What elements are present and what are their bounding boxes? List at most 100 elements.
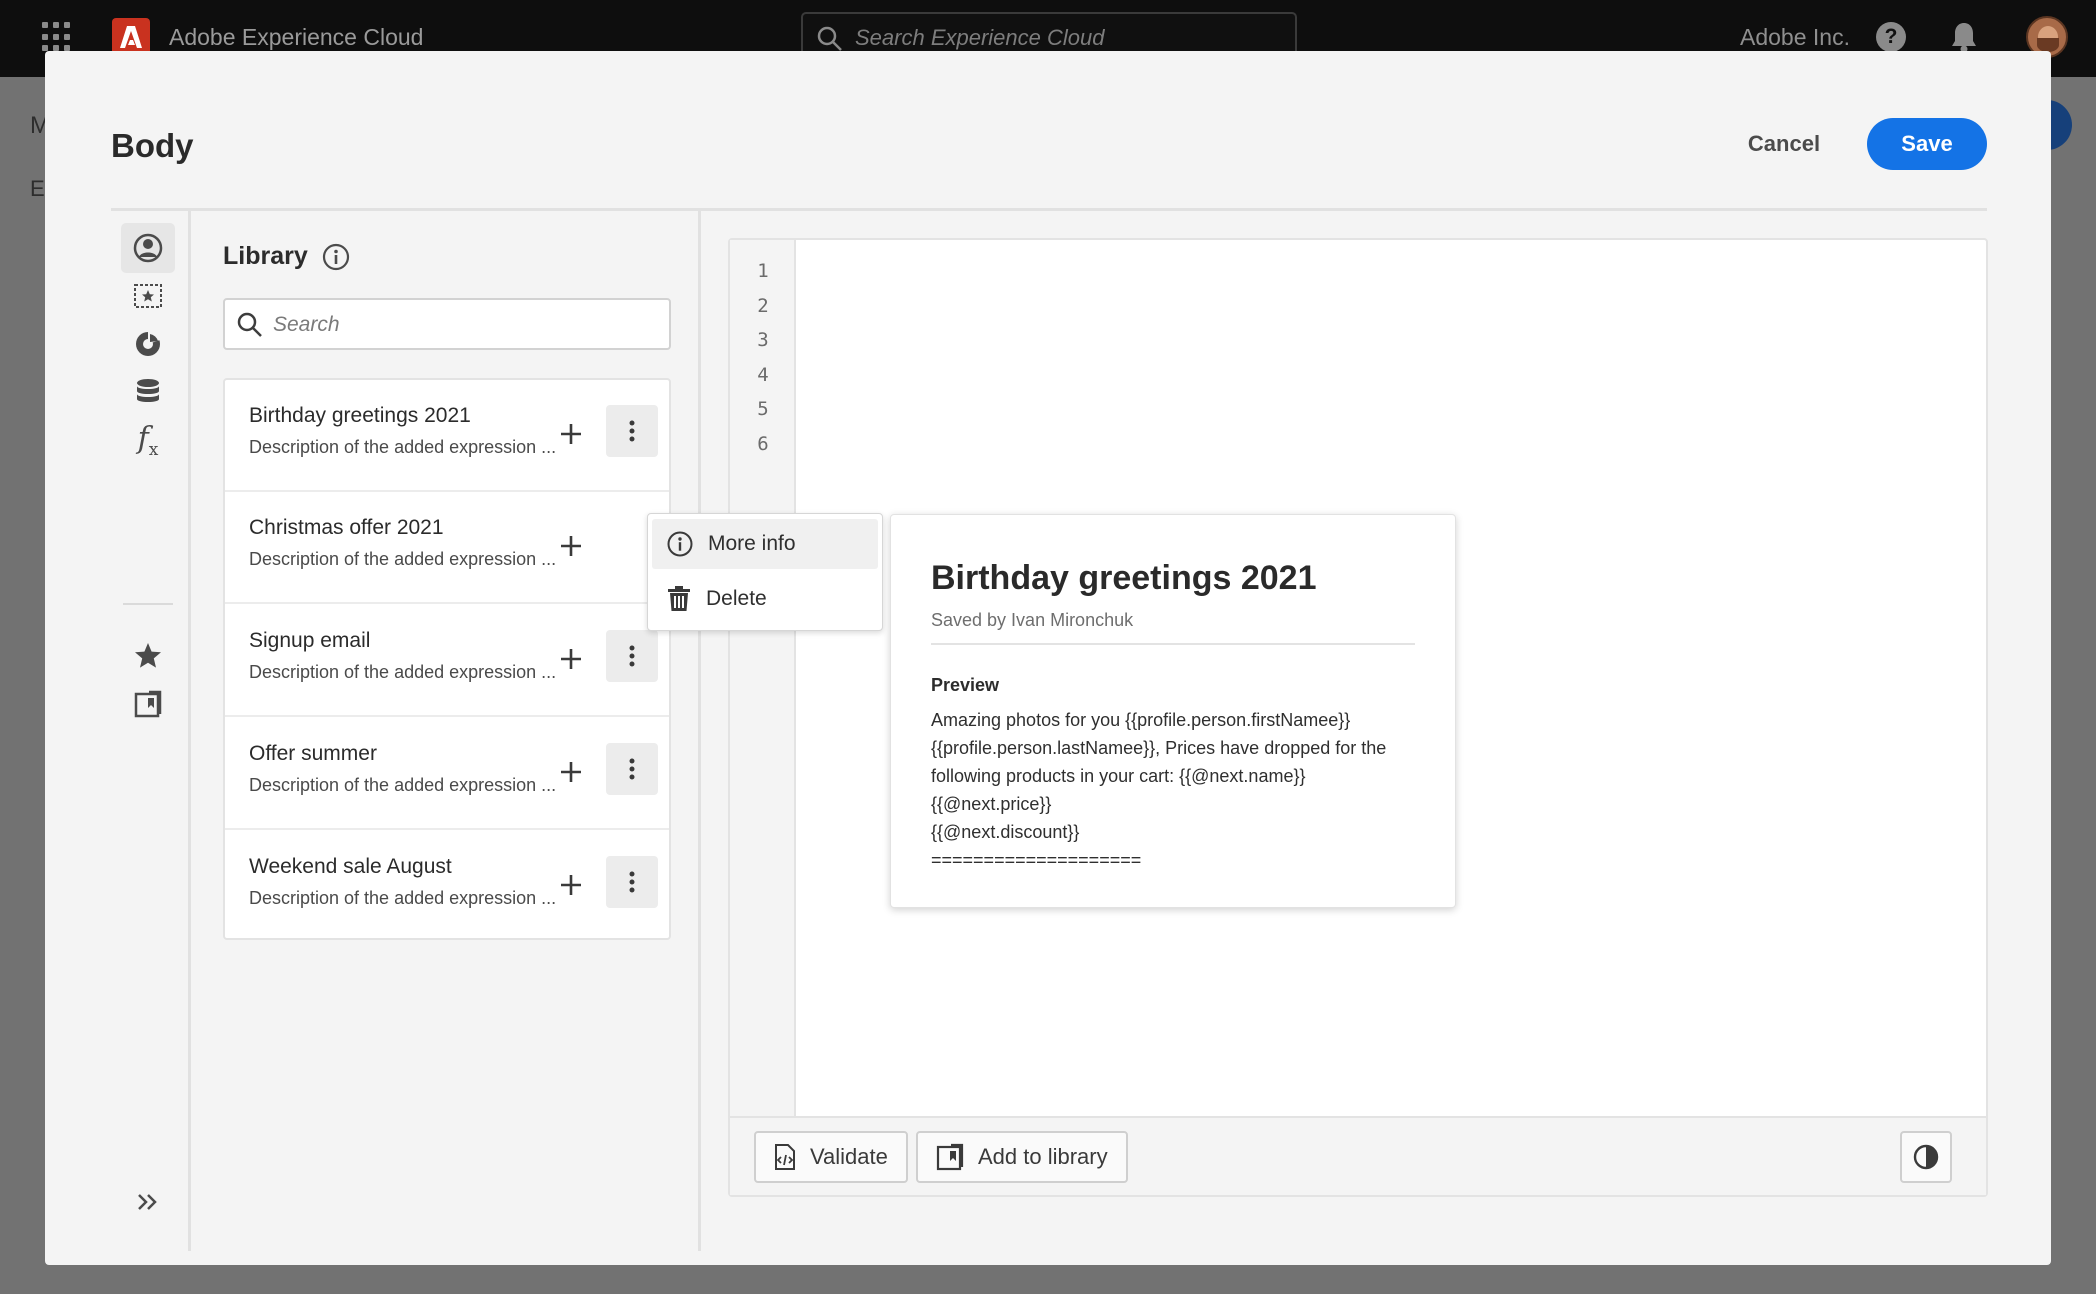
item-context-menu: More info Delete	[647, 513, 883, 631]
modal-title: Body	[111, 127, 194, 164]
library-item[interactable]: Birthday greetings 2021 Description of t…	[225, 380, 669, 492]
library-item-description: Description of the added expression ...	[249, 775, 557, 795]
segment-icon	[136, 331, 160, 356]
notifications-icon[interactable]	[1950, 21, 1978, 53]
library-title: Library	[223, 242, 308, 270]
preview-line: ====================	[931, 850, 1142, 870]
line-number: 5	[757, 398, 769, 420]
library-search[interactable]	[223, 298, 671, 350]
plus-icon	[561, 762, 581, 782]
preview-body: Amazing photos for you {{profile.person.…	[931, 706, 1417, 874]
double-chevron-right-icon	[138, 1194, 157, 1210]
menu-item-more-info[interactable]: More info	[652, 519, 878, 569]
more-vertical-icon	[629, 758, 635, 780]
line-number: 4	[757, 364, 769, 386]
library-item[interactable]: Weekend sale August Description of the a…	[225, 831, 669, 943]
global-search-input[interactable]	[855, 22, 1275, 54]
left-rail: fx	[111, 211, 191, 1251]
add-to-library-label: Add to library	[978, 1144, 1108, 1169]
rail-profile-attributes[interactable]	[121, 223, 175, 273]
library-icon	[936, 1143, 964, 1171]
library-item-name: Signup email	[249, 629, 371, 652]
add-item-button[interactable]	[553, 528, 589, 564]
more-actions-button[interactable]	[606, 856, 658, 908]
function-icon: fx	[137, 420, 159, 460]
rail-data-sources[interactable]	[121, 367, 175, 417]
rail-separator	[123, 603, 173, 605]
library-item-description: Description of the added expression ...	[249, 549, 557, 569]
library-item[interactable]: Christmas offer 2021 Description of the …	[225, 492, 669, 604]
preview-card-saved-by: Saved by Ivan Mironchuk	[931, 610, 1134, 630]
header-divider	[111, 208, 1987, 211]
add-item-button[interactable]	[553, 416, 589, 452]
library-item-description: Description of the added expression ...	[249, 437, 557, 457]
more-vertical-icon	[629, 420, 635, 442]
preview-line: {{@next.discount}}	[931, 822, 1080, 842]
preview-line: following products in your cart: {{@next…	[931, 766, 1306, 786]
org-switcher[interactable]: Adobe Inc.	[1740, 24, 1850, 51]
plus-icon	[561, 875, 581, 895]
preview-line: Amazing photos for you {{profile.person.…	[931, 710, 1351, 730]
more-vertical-icon	[629, 645, 635, 667]
rail-helper-functions[interactable]: fx	[121, 415, 175, 465]
line-number: 6	[757, 433, 769, 455]
library-item-description: Description of the added expression ...	[249, 888, 557, 908]
database-icon	[137, 379, 159, 402]
preview-line: {{@next.price}}	[931, 794, 1052, 814]
menu-item-delete[interactable]: Delete	[652, 574, 878, 624]
contrast-icon	[1913, 1144, 1939, 1170]
rail-contextual-attributes[interactable]	[121, 319, 175, 369]
preview-line: {{profile.person.lastNamee}}, Prices hav…	[931, 738, 1387, 758]
more-actions-button[interactable]	[606, 405, 658, 457]
more-vertical-icon	[629, 871, 635, 893]
plus-icon	[561, 424, 581, 444]
validate-icon	[775, 1144, 795, 1170]
library-item-name: Offer summer	[249, 742, 377, 765]
plus-icon	[561, 649, 581, 669]
background-label: E	[30, 176, 45, 201]
rail-library[interactable]	[121, 679, 175, 729]
search-icon	[817, 26, 842, 51]
expression-editor-modal: Body Cancel Save fx Library Search Birth…	[45, 51, 2051, 1265]
library-item-name: Christmas offer 2021	[249, 516, 444, 539]
panel-divider	[698, 211, 701, 1251]
user-circle-icon	[133, 233, 163, 263]
app-switcher-icon[interactable]	[42, 22, 72, 52]
preview-heading: Preview	[931, 675, 1000, 695]
more-actions-button[interactable]	[606, 630, 658, 682]
preview-card-title: Birthday greetings 2021	[931, 559, 1317, 597]
star-box-icon	[134, 284, 162, 308]
library-item-preview-card: Birthday greetings 2021 Saved by Ivan Mi…	[890, 514, 1456, 908]
validate-button[interactable]: Validate	[754, 1131, 908, 1183]
cancel-button[interactable]: Cancel	[1728, 118, 1840, 170]
info-icon[interactable]	[321, 242, 351, 272]
trash-icon	[668, 586, 690, 611]
preview-card-divider	[931, 643, 1415, 645]
add-item-button[interactable]	[553, 641, 589, 677]
library-item[interactable]: Offer summer Description of the added ex…	[225, 718, 669, 830]
menu-item-label: More info	[708, 532, 796, 555]
star-icon	[135, 643, 161, 668]
add-item-button[interactable]	[553, 867, 589, 903]
validate-label: Validate	[810, 1144, 888, 1169]
brand-name[interactable]: Adobe Experience Cloud	[169, 24, 423, 51]
save-button[interactable]: Save	[1867, 118, 1987, 170]
rail-audiences[interactable]	[121, 271, 175, 321]
library-icon	[134, 690, 162, 718]
library-item-name: Weekend sale August	[249, 855, 452, 878]
help-icon[interactable]: ?	[1876, 22, 1906, 52]
add-to-library-button[interactable]: Add to library	[916, 1131, 1128, 1183]
rail-expand[interactable]	[121, 1177, 175, 1227]
editor-footer: Validate Add to library	[730, 1116, 1986, 1195]
library-item-name: Birthday greetings 2021	[249, 404, 471, 427]
add-item-button[interactable]	[553, 754, 589, 790]
theme-toggle-button[interactable]	[1900, 1131, 1952, 1183]
info-icon	[667, 531, 693, 557]
menu-item-label: Delete	[706, 587, 767, 610]
line-number: 3	[757, 329, 769, 351]
library-item[interactable]: Signup email Description of the added ex…	[225, 605, 669, 717]
library-item-description: Description of the added expression ...	[249, 662, 557, 682]
rail-favorites[interactable]	[121, 631, 175, 681]
more-actions-button[interactable]	[606, 743, 658, 795]
library-search-input[interactable]	[273, 310, 653, 340]
